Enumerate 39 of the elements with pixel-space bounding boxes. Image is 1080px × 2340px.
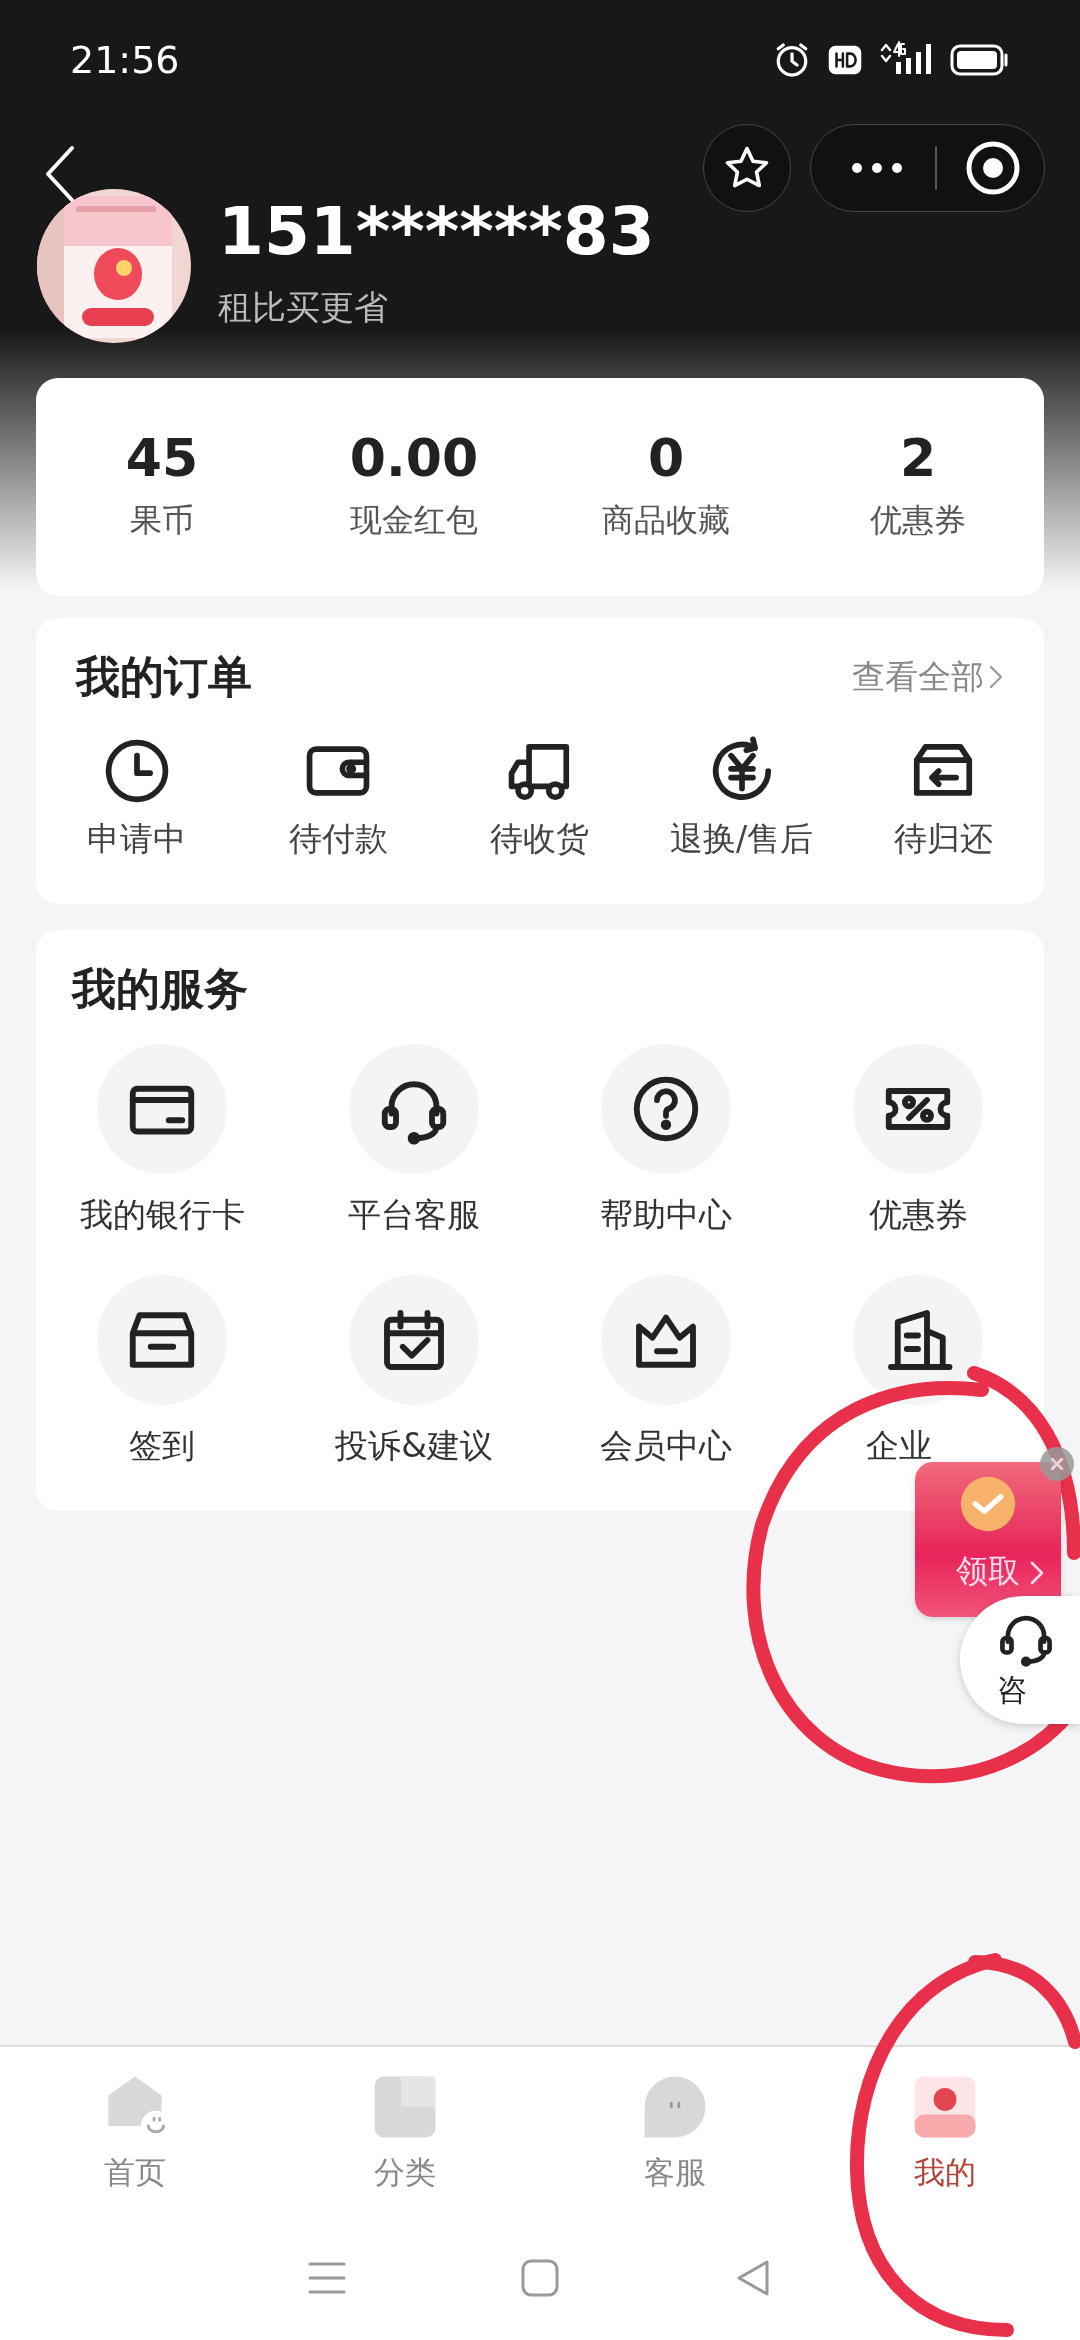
close-target-icon[interactable] — [965, 140, 1021, 196]
service-item[interactable]: 优惠券 — [792, 1043, 1044, 1239]
user-name: 151******83 — [218, 192, 655, 272]
stat-value[interactable]: 45 — [125, 430, 199, 488]
tab-item[interactable]: 客服 — [540, 2069, 810, 2215]
home-square-icon[interactable] — [520, 2257, 560, 2298]
check-coin-icon — [959, 1475, 1017, 1533]
stat-label[interactable]: 商品收藏 — [602, 495, 730, 544]
stat-value[interactable]: 0 — [647, 430, 685, 488]
stat-value[interactable]: 2 — [899, 430, 937, 488]
order-status-item[interactable]: 待付款 — [237, 736, 440, 864]
clock-time: 21:56 — [70, 36, 180, 84]
stat-value[interactable]: 0.00 — [349, 430, 479, 488]
order-status-item[interactable]: 退换/售后 — [640, 736, 843, 864]
more-icon[interactable] — [849, 160, 905, 176]
order-status-item[interactable]: 申请中 — [36, 736, 238, 864]
service-item[interactable]: 投诉&建议 — [288, 1275, 540, 1471]
chevron-icon — [988, 664, 1004, 690]
battery-icon — [950, 43, 1010, 77]
service-item[interactable]: 签到 — [36, 1275, 288, 1471]
close-icon — [1051, 1458, 1063, 1470]
order-status-item[interactable]: 待归还 — [842, 736, 1044, 864]
tab-item[interactable]: 分类 — [270, 2069, 540, 2215]
section-title: 我的服务 — [70, 961, 249, 1016]
service-item[interactable]: 会员中心 — [540, 1275, 792, 1471]
hd-icon — [828, 43, 862, 77]
chevron-icon — [1030, 1560, 1044, 1586]
tab-item[interactable]: 首页 — [0, 2069, 270, 2215]
view-all-link[interactable]: 查看全部 — [852, 652, 1004, 702]
stat-label[interactable]: 优惠券 — [870, 495, 966, 544]
service-item[interactable]: 平台客服 — [288, 1043, 540, 1239]
user-slogan: 租比买更省 — [218, 286, 388, 329]
order-status-item[interactable]: 待收货 — [439, 736, 641, 864]
service-item[interactable]: 帮助中心 — [540, 1043, 792, 1239]
stat-label[interactable]: 果币 — [130, 495, 194, 544]
stat-label[interactable]: 现金红包 — [350, 495, 478, 544]
section-title: 我的订单 — [76, 650, 252, 704]
service-item[interactable]: 我的银行卡 — [36, 1043, 288, 1239]
tab-item[interactable]: 我的 — [810, 2069, 1080, 2215]
